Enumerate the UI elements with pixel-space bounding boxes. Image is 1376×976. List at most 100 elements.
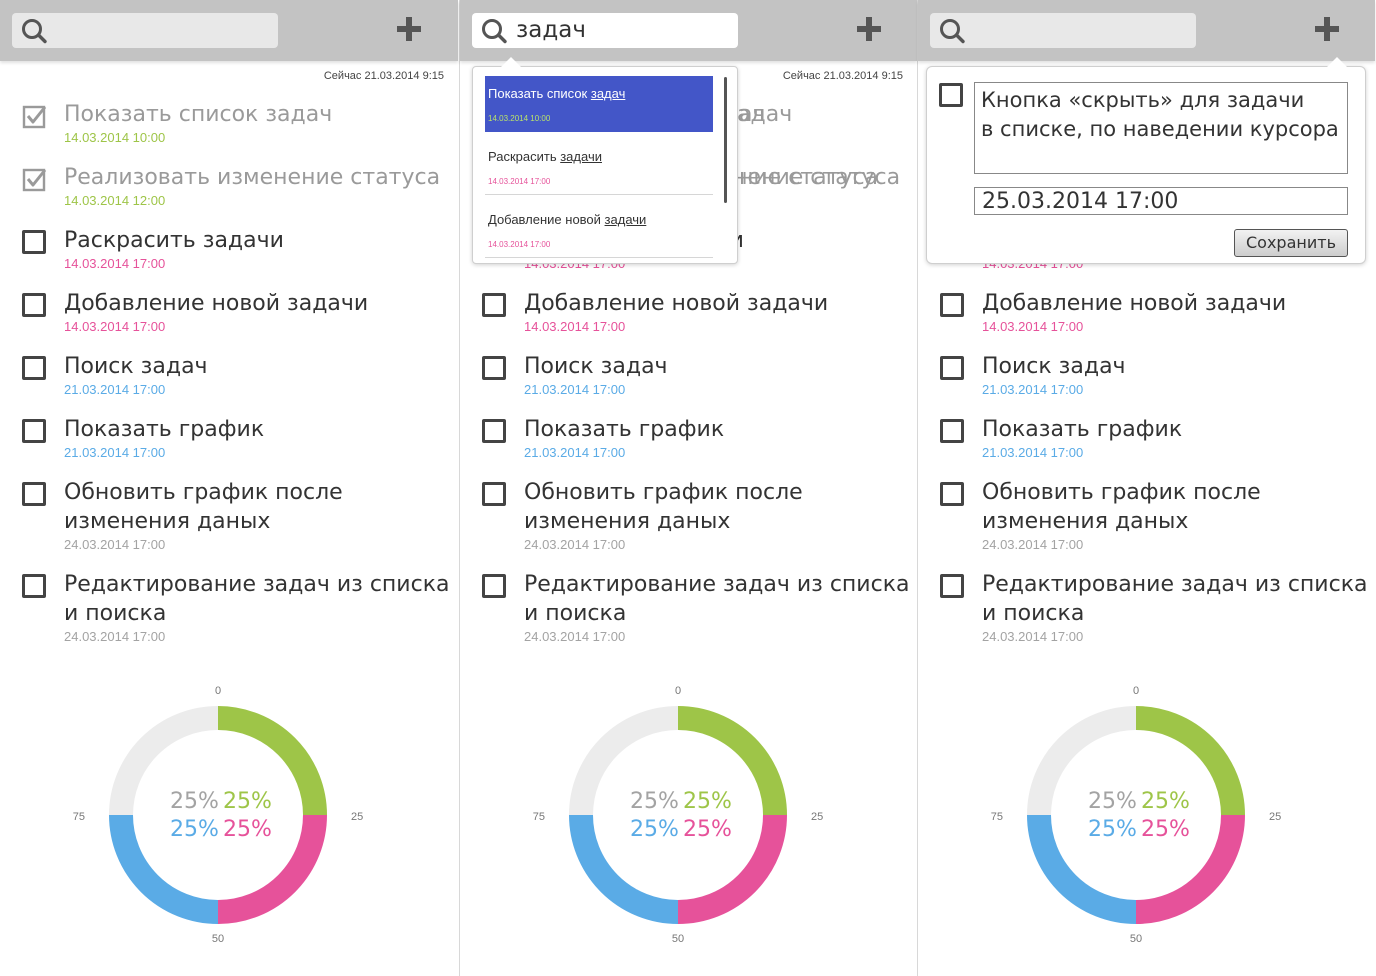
task-title: Обновить график после изменения даных (64, 480, 343, 534)
chart-percent-green: 25% (683, 789, 732, 814)
task-title: Раскрасить задачи (64, 228, 284, 253)
check-icon (22, 168, 47, 192)
task-title: Добавление новой задачи (982, 291, 1287, 316)
task-date: 21.03.2014 17:00 (64, 382, 166, 397)
add-task-button[interactable] (856, 16, 886, 46)
suggestion-title-prefix: Показать список (488, 86, 591, 101)
task-checkbox[interactable] (22, 574, 46, 598)
task-title: Редактирование задач из списка и поиска (64, 572, 450, 626)
task-checkbox[interactable] (22, 356, 46, 380)
task-checkbox[interactable] (940, 482, 964, 506)
chart-axis-label: 75 (72, 811, 85, 823)
partial-task-title: ач (739, 102, 766, 127)
app-root: Сейчас 21.03.2014 9:15 Показать список за… (0, 0, 1376, 976)
task-checkbox[interactable] (482, 419, 506, 443)
chart-axis-label: 50 (211, 933, 225, 945)
suggestion-title: Показать список задач (488, 86, 625, 101)
task-title: Поиск задач (64, 354, 208, 379)
task-date: 24.03.2014 17:00 (524, 629, 626, 644)
suggestion-match-highlight: задачи (560, 149, 602, 164)
task-date: 24.03.2014 17:00 (982, 629, 1084, 644)
task-title: Показать график (524, 417, 725, 442)
search-input[interactable] (930, 13, 1196, 48)
donut-chart: 0 25 50 75 25% 25% 25% 25% (73, 685, 364, 950)
donut-chart: 0 25 50 75 25% 25% 25% 25% (533, 685, 824, 950)
chart-percent-green: 25% (223, 789, 272, 814)
suggestion-title: Раскрасить задачи (488, 149, 602, 164)
plus-icon (1314, 16, 1344, 42)
task-checkbox[interactable] (482, 356, 506, 380)
save-button[interactable]: Сохранить (1234, 229, 1348, 257)
current-time-label: Сейчас 21.03.2014 9:15 (782, 70, 903, 82)
current-time-label: Сейчас 21.03.2014 9:15 (323, 70, 444, 82)
task-checkbox[interactable] (940, 419, 964, 443)
task-checkbox[interactable] (939, 83, 963, 107)
chart-axis-label: 0 (1132, 685, 1140, 697)
dropdown-pointer (501, 57, 521, 67)
chart-axis-label: 25 (811, 811, 824, 823)
suggestion-date: 14.03.2014 17:00 (488, 177, 551, 186)
task-date: 14.03.2014 17:00 (524, 319, 626, 334)
task-title: Поиск задач (524, 354, 668, 379)
search-input[interactable]: задач (472, 13, 738, 48)
task-title: Добавление новой задачи (524, 291, 829, 316)
chart-axis-label: 25 (1269, 811, 1282, 823)
search-query[interactable]: задач (516, 15, 586, 45)
plus-icon (856, 16, 886, 42)
suggestion-item[interactable]: Раскрасить задачи 14.03.2014 17:00 (485, 139, 713, 195)
suggestion-title-prefix: Раскрасить (488, 149, 561, 164)
suggestion-title: Добавление новой задачи (488, 212, 646, 227)
chart-percent-pink: 25% (1141, 817, 1190, 842)
task-title: Редактирование задач из списка и поиска (982, 572, 1368, 626)
task-date: 21.03.2014 17:00 (524, 382, 626, 397)
task-checkbox[interactable] (482, 482, 506, 506)
add-task-button[interactable] (1314, 16, 1344, 46)
task-title: Редактирование задач из списка и поиска (524, 572, 910, 626)
checkbox-checked[interactable] (22, 104, 47, 129)
task-title: Добавление новой задачи (64, 291, 369, 316)
suggestion-item[interactable]: Добавление новой задачи 14.03.2014 17:00 (485, 202, 713, 258)
partial-task-title: ние статуса (739, 165, 879, 190)
chart-axis-label: 0 (674, 685, 682, 697)
task-date: 14.03.2014 17:00 (64, 319, 166, 334)
chart-percent-gray: 25% (1088, 789, 1137, 814)
search-suggestions-dropdown: Показать список задач 14.03.2014 10:00 Рас… (472, 57, 738, 264)
task-checkbox[interactable] (482, 293, 506, 317)
checkbox-checked[interactable] (22, 167, 47, 192)
suggestion-item[interactable]: Показать список задач 14.03.2014 10:00 (485, 76, 713, 132)
task-title: Показать график (64, 417, 265, 442)
task-checkbox[interactable] (482, 574, 506, 598)
dropdown-scrollbar[interactable] (724, 77, 727, 203)
task-checkbox[interactable] (22, 419, 46, 443)
task-date: 21.03.2014 17:00 (524, 445, 626, 460)
task-checkbox[interactable] (940, 574, 964, 598)
top-bar (0, 0, 458, 61)
task-title: Показать список задач (64, 102, 333, 127)
task-title: Поиск задач (982, 354, 1126, 379)
chart-axis-label: 50 (671, 933, 685, 945)
task-checkbox[interactable] (940, 356, 964, 380)
suggestion-title-prefix: Добавление новой (488, 212, 605, 227)
suggestion-match-highlight: задачи (604, 212, 647, 227)
add-task-button[interactable] (396, 16, 426, 46)
top-bar (918, 0, 1375, 61)
task-text-input[interactable]: Кнопка «скрыть» для задачи в списке, по … (974, 82, 1348, 174)
chart-axis-label: 0 (214, 685, 222, 697)
task-title: Обновить график после изменения даных (524, 480, 803, 534)
chart-percent-pink: 25% (683, 817, 732, 842)
chart-percent-pink: 25% (223, 817, 272, 842)
task-date-input[interactable]: 25.03.2014 17:00 (974, 187, 1348, 215)
task-date: 14.03.2014 17:00 (982, 319, 1084, 334)
search-input[interactable] (12, 13, 278, 48)
task-checkbox[interactable] (22, 230, 46, 254)
plus-icon (396, 16, 426, 42)
new-task-editor: Кнопка «скрыть» для задачи в списке, по … (926, 57, 1366, 264)
task-title: Реализовать изменение статуса (64, 165, 441, 190)
task-checkbox[interactable] (940, 293, 964, 317)
chart-percent-blue: 25% (170, 817, 219, 842)
task-checkbox[interactable] (22, 482, 46, 506)
task-panel: Сейчас 21.03.2014 9:15 Показать список за… (0, 0, 458, 976)
chart-axis-label: 25 (351, 811, 364, 823)
task-date: 21.03.2014 17:00 (982, 445, 1084, 460)
task-checkbox[interactable] (22, 293, 46, 317)
